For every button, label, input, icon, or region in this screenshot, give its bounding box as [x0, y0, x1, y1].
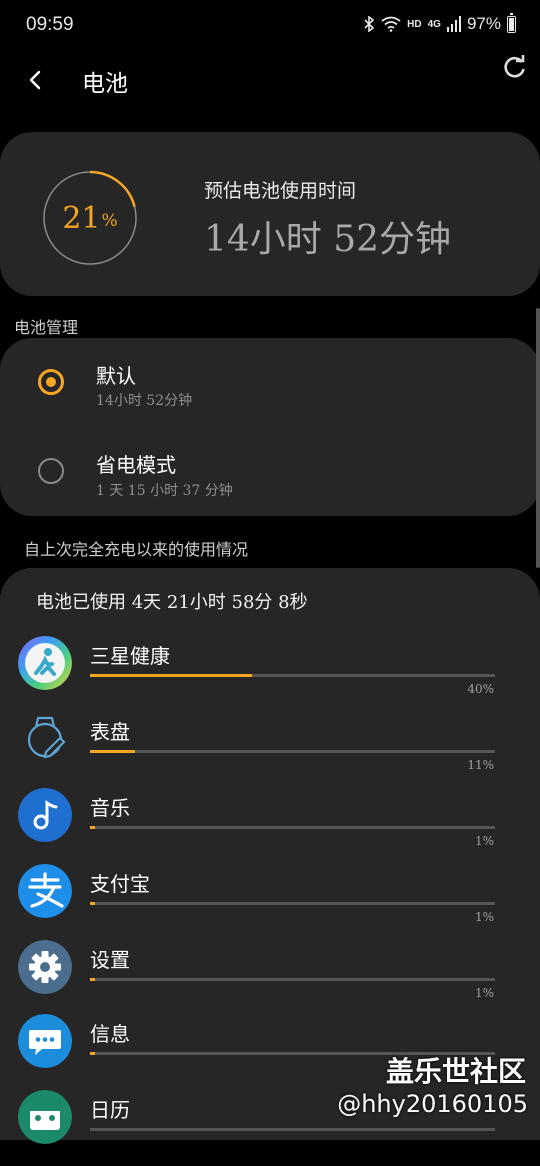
- estimate-value: 14小时 52分钟: [204, 219, 452, 260]
- back-button[interactable]: [20, 64, 52, 96]
- app-row-settings[interactable]: 设置 1%: [0, 940, 540, 1016]
- usage-bar-fill: [90, 1052, 95, 1055]
- battery-management-label: 电池管理: [14, 318, 79, 337]
- usage-bar-fill: [90, 978, 95, 981]
- usage-section-label: 自上次完全充电以来的使用情况: [24, 540, 249, 559]
- status-icons: HD 4G 97%: [363, 12, 516, 34]
- wifi-icon: [381, 16, 401, 32]
- app-name: 支付宝: [90, 872, 150, 896]
- usage-bar: [90, 902, 495, 905]
- app-percent: 1%: [474, 910, 494, 924]
- battery-management-card: 默认 14小时 52分钟 省电模式 1 天 15 小时 37 分钟: [0, 338, 540, 516]
- usage-bar-fill: [90, 826, 95, 829]
- app-name: 日历: [90, 1098, 130, 1122]
- usage-bar: [90, 750, 495, 753]
- battery-level-value: 21: [62, 200, 101, 236]
- signal-icon: [446, 16, 461, 32]
- battery-level: 21%: [42, 170, 138, 266]
- watch-face-icon: [27, 716, 66, 759]
- app-header: 电池: [0, 52, 540, 112]
- usage-total: 电池已使用 4天 21小时 58分 8秒: [36, 592, 308, 613]
- battery-estimate-card: 21% 预估电池使用时间 14小时 52分钟: [0, 132, 540, 296]
- usage-bar: [90, 978, 495, 981]
- app-name: 信息: [90, 1022, 130, 1046]
- refresh-icon[interactable]: [500, 52, 530, 82]
- app-row-alipay[interactable]: 支付宝 1%: [0, 864, 540, 940]
- mode-default-radio[interactable]: [38, 369, 64, 395]
- usage-bar: [90, 826, 495, 829]
- usage-bar-fill: [90, 750, 135, 753]
- page-title: 电池: [82, 71, 128, 97]
- usage-bar: [90, 1128, 495, 1131]
- mode-default-subtitle: 14小时 52分钟: [96, 393, 193, 409]
- app-percent: 40%: [467, 682, 494, 696]
- mode-power-saving-title: 省电模式: [96, 453, 176, 477]
- app-name: 设置: [90, 948, 130, 972]
- watermark-title: 盖乐世社区: [385, 1055, 526, 1088]
- status-bar: 09:59 HD 4G 97%: [0, 0, 540, 52]
- battery-icon: [507, 12, 516, 33]
- calendar-icon: [18, 1090, 72, 1144]
- usage-bar-fill: [90, 902, 95, 905]
- settings-gear-icon: [18, 940, 72, 994]
- watermark-user: @hhy20160105: [337, 1090, 528, 1118]
- mode-default-title: 默认: [96, 364, 136, 388]
- samsung-health-icon: [18, 636, 72, 690]
- estimate-label: 预估电池使用时间: [204, 180, 357, 202]
- messages-icon: [18, 1014, 72, 1068]
- status-time: 09:59: [26, 14, 74, 35]
- app-name: 三星健康: [90, 644, 170, 668]
- bluetooth-icon: [364, 16, 375, 32]
- mode-power-saving-subtitle: 1 天 15 小时 37 分钟: [96, 483, 233, 499]
- mode-power-saving-radio[interactable]: [38, 458, 64, 484]
- app-row-samsung-health[interactable]: 三星健康 40%: [0, 636, 540, 712]
- battery-level-sign: %: [101, 211, 118, 231]
- app-name: 表盘: [90, 720, 130, 744]
- battery-percent: 97%: [466, 14, 501, 33]
- app-percent: 1%: [474, 834, 494, 848]
- app-percent: 1%: [474, 986, 494, 1000]
- alipay-icon: [18, 864, 72, 918]
- usage-bar: [90, 674, 495, 677]
- music-icon: [18, 788, 72, 842]
- usage-bar-fill: [90, 674, 252, 677]
- network-type: 4G: [427, 18, 441, 30]
- app-row-music[interactable]: 音乐 1%: [0, 788, 540, 864]
- hd-indicator: HD: [407, 18, 422, 30]
- app-percent: 11%: [467, 758, 494, 772]
- scrollbar[interactable]: [536, 308, 540, 568]
- app-row-watch-face[interactable]: 表盘 11%: [0, 712, 540, 788]
- app-name: 音乐: [90, 796, 130, 820]
